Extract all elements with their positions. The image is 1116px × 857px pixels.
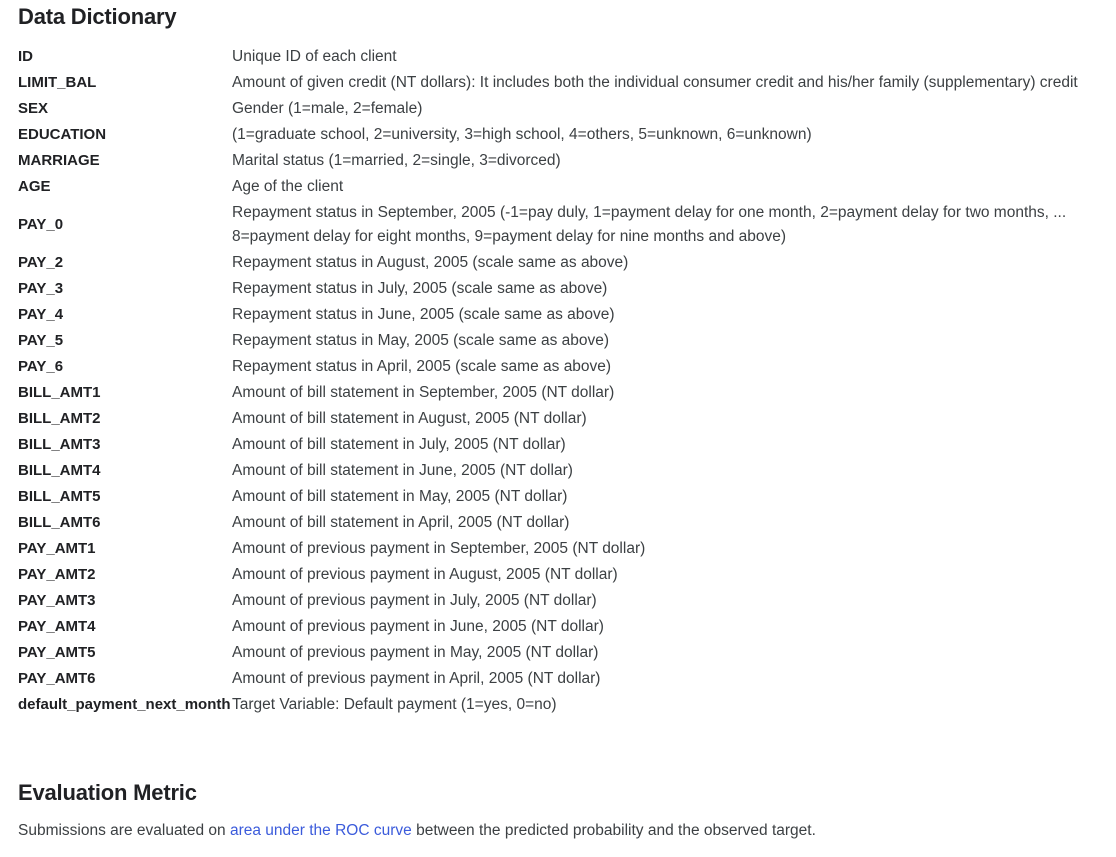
table-row: PAY_AMT5 Amount of previous payment in Ma… [18, 640, 1108, 666]
roc-curve-link[interactable]: area under the ROC curve [230, 822, 412, 839]
table-row: BILL_AMT1 Amount of bill statement in Sep… [18, 380, 1108, 406]
field-name: BILL_AMT1 [18, 384, 101, 401]
field-description: (1=graduate school, 2=university, 3=high… [232, 126, 812, 143]
table-row: PAY_AMT4 Amount of previous payment in Ju… [18, 614, 1108, 640]
table-row: PAY_6 Repayment status in April, 2005 (sc… [18, 354, 1108, 380]
table-row: default_payment_next_month Target Variabl… [18, 692, 1108, 718]
field-name: SEX [18, 100, 49, 117]
evaluation-text-before: Submissions are evaluated on [18, 822, 230, 839]
field-description: Repayment status in August, 2005 (scale … [232, 254, 629, 271]
table-row: BILL_AMT3 Amount of bill statement in Jul… [18, 432, 1108, 458]
field-name: PAY_AMT1 [18, 540, 96, 557]
field-description: Gender (1=male, 2=female) [232, 100, 423, 117]
table-row: PAY_3 Repayment status in July, 2005 (sca… [18, 276, 1108, 302]
field-name: BILL_AMT5 [18, 488, 101, 505]
table-row: AGE Age of the client [18, 174, 1108, 200]
table-row: PAY_AMT3 Amount of previous payment in Ju… [18, 588, 1108, 614]
table-row: BILL_AMT5 Amount of bill statement in May… [18, 484, 1108, 510]
field-description: Amount of previous payment in May, 2005 … [232, 644, 599, 661]
field-name: PAY_2 [18, 254, 64, 271]
field-description: Marital status (1=married, 2=single, 3=d… [232, 152, 561, 169]
field-name: BILL_AMT4 [18, 462, 101, 479]
field-name: PAY_6 [18, 358, 64, 375]
field-description: Amount of previous payment in September,… [232, 540, 646, 557]
field-name: ID [18, 48, 33, 65]
field-name: PAY_AMT2 [18, 566, 96, 583]
field-name: AGE [18, 178, 51, 195]
field-description: Repayment status in April, 2005 (scale s… [232, 358, 612, 375]
field-name: default_payment_next_month [18, 696, 231, 713]
field-description: Amount of bill statement in August, 2005… [232, 410, 587, 427]
field-description: Amount of previous payment in August, 20… [232, 566, 618, 583]
field-description: Amount of previous payment in April, 200… [232, 670, 601, 687]
field-description: Amount of bill statement in April, 2005 … [232, 514, 570, 531]
table-row: LIMIT_BAL Amount of given credit (NT doll… [18, 70, 1108, 96]
table-row: PAY_AMT6 Amount of previous payment in Ap… [18, 666, 1108, 692]
table-row: PAY_AMT2 Amount of previous payment in Au… [18, 562, 1108, 588]
table-row: PAY_4 Repayment status in June, 2005 (sca… [18, 302, 1108, 328]
field-name: PAY_0 [18, 216, 64, 233]
field-name: LIMIT_BAL [18, 74, 97, 91]
table-row: BILL_AMT6 Amount of bill statement in Apr… [18, 510, 1108, 536]
field-description: Age of the client [232, 178, 344, 195]
field-description: Amount of given credit (NT dollars): It … [232, 74, 1078, 91]
field-name: PAY_AMT6 [18, 670, 96, 687]
field-description: Amount of bill statement in June, 2005 (… [232, 462, 573, 479]
table-row: MARRIAGE Marital status (1=married, 2=sin… [18, 148, 1108, 174]
field-description: Repayment status in September, 2005 (-1=… [232, 204, 1067, 245]
evaluation-metric-text: Submissions are evaluated on area under … [18, 820, 816, 842]
table-row: PAY_2 Repayment status in August, 2005 (s… [18, 250, 1108, 276]
data-dictionary-table: ID Unique ID of each client LIMIT_BAL Amoun… [18, 44, 1108, 718]
field-name: PAY_4 [18, 306, 64, 323]
field-name: BILL_AMT3 [18, 436, 101, 453]
field-name: BILL_AMT2 [18, 410, 101, 427]
table-row: PAY_0 Repayment status in September, 2005… [18, 200, 1108, 250]
table-row: SEX Gender (1=male, 2=female) [18, 96, 1108, 122]
table-row: BILL_AMT2 Amount of bill statement in Aug… [18, 406, 1108, 432]
data-dictionary-body: ID Unique ID of each client LIMIT_BAL Amoun… [18, 44, 1108, 718]
table-row: BILL_AMT4 Amount of bill statement in Jun… [18, 458, 1108, 484]
field-name: BILL_AMT6 [18, 514, 101, 531]
field-name: EDUCATION [18, 126, 107, 143]
field-description: Amount of bill statement in July, 2005 (… [232, 436, 566, 453]
evaluation-text-after: between the predicted probability and th… [411, 822, 816, 839]
field-name: PAY_AMT3 [18, 592, 96, 609]
evaluation-metric-heading: Evaluation Metric [18, 780, 197, 805]
field-name: PAY_AMT5 [18, 644, 96, 661]
field-name: PAY_5 [18, 332, 64, 349]
field-description: Repayment status in June, 2005 (scale sa… [232, 306, 615, 323]
field-description: Unique ID of each client [232, 48, 397, 65]
field-description: Amount of previous payment in June, 2005… [232, 618, 604, 635]
table-row: EDUCATION (1=graduate school, 2=universit… [18, 122, 1108, 148]
field-name: PAY_AMT4 [18, 618, 96, 635]
table-row: PAY_5 Repayment status in May, 2005 (scal… [18, 328, 1108, 354]
field-description: Amount of bill statement in September, 2… [232, 384, 615, 401]
field-description: Target Variable: Default payment (1=yes,… [232, 696, 557, 713]
field-description: Repayment status in May, 2005 (scale sam… [232, 332, 610, 349]
field-description: Amount of bill statement in May, 2005 (N… [232, 488, 568, 505]
table-row: ID Unique ID of each client [18, 44, 1108, 70]
field-description: Repayment status in July, 2005 (scale sa… [232, 280, 608, 297]
field-name: PAY_3 [18, 280, 64, 297]
data-dictionary-heading: Data Dictionary [18, 4, 177, 29]
field-name: MARRIAGE [18, 152, 100, 169]
table-row: PAY_AMT1 Amount of previous payment in Se… [18, 536, 1108, 562]
field-description: Amount of previous payment in July, 2005… [232, 592, 597, 609]
